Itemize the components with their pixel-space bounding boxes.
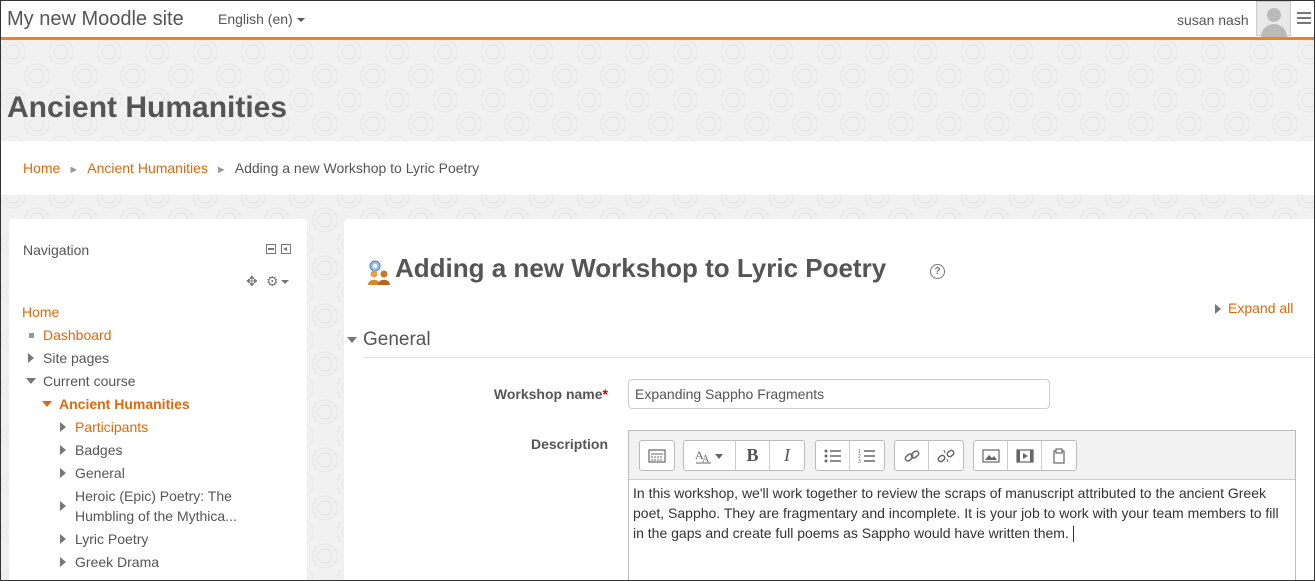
expand-icon[interactable] [60,501,66,511]
avatar-body [1261,24,1287,37]
menu-bar [1297,12,1311,14]
dock-icon[interactable] [281,244,291,254]
text-cursor [1072,526,1074,543]
avatar-head [1267,8,1281,22]
toolbar-toggle-icon[interactable] [640,441,674,470]
toolbar-group: 123 [815,440,885,471]
expand-icon[interactable] [28,353,34,363]
avatar[interactable] [1256,1,1291,37]
expand-icon [1215,304,1221,314]
toolbar-group [973,440,1077,471]
nav-item-home[interactable]: Home [22,302,59,322]
media-icon[interactable] [1008,441,1042,470]
nav-item-course[interactable]: Ancient Humanities [59,394,190,414]
breadcrumb-current: Adding a new Workshop to Lyric Poetry [234,160,480,176]
expand-icon[interactable] [60,468,66,478]
menu-bar [1297,17,1311,19]
section-general-toggle[interactable]: General [347,329,431,351]
description-text: In this workshop, we'll work together to… [633,485,1279,541]
expand-icon[interactable] [60,445,66,455]
toolbar-group: AA B I [683,440,805,471]
help-icon[interactable]: ? [930,264,945,279]
manage-files-icon[interactable] [1042,441,1076,470]
collapse-icon[interactable] [42,401,52,407]
breadcrumb-home[interactable]: Home [23,160,60,176]
nav-item-general[interactable]: General [75,463,125,483]
breadcrumb: Home ► Ancient Humanities ► Adding a new Wor… [23,160,479,176]
section-general-label: General [363,329,431,350]
expand-icon[interactable] [60,557,66,567]
workshop-name-input[interactable] [628,379,1050,409]
link-icon[interactable] [895,441,929,470]
browser-frame: My new Moodle site English ‎(en)‎ susan … [0,0,1315,581]
italic-icon[interactable]: I [770,441,804,470]
bold-icon[interactable]: B [736,441,770,470]
user-name[interactable]: susan nash [1177,12,1249,28]
font-style-icon[interactable]: AA [684,441,736,470]
unordered-list-icon[interactable] [816,441,850,470]
move-icon[interactable]: ✥ [246,273,258,290]
section-divider [363,357,1314,358]
nav-item-participants[interactable]: Participants [75,417,148,437]
required-icon: * [602,386,608,402]
toolbar-group [639,440,675,471]
minimize-icon[interactable] [266,244,276,254]
course-title: Ancient Humanities [7,91,288,124]
expand-all-label: Expand all [1228,300,1294,316]
nav-item-heroic-poetry-cont[interactable]: Humbling of the Mythica... [75,506,237,526]
user-menu-icon[interactable] [1297,12,1311,27]
breadcrumb-separator-icon: ► [215,164,227,176]
image-icon[interactable] [974,441,1008,470]
unlink-icon[interactable] [929,441,963,470]
nav-item-heroic-poetry[interactable]: Heroic (Epic) Poetry: The [75,486,232,506]
breadcrumb-course[interactable]: Ancient Humanities [87,160,208,176]
navigation-block: Navigation ✥ ⚙ Home Dashboard Site pages… [9,219,307,580]
breadcrumb-separator-icon: ► [68,164,80,176]
svg-text:3: 3 [858,459,861,463]
nav-item-badges[interactable]: Badges [75,440,122,460]
workshop-icon [368,260,390,285]
chevron-down-icon [296,18,305,23]
collapse-icon [347,337,357,343]
expand-icon[interactable] [60,422,66,432]
expand-icon[interactable] [60,534,66,544]
chevron-down-icon [280,280,289,285]
collapse-icon[interactable] [26,378,36,384]
gear-icon[interactable]: ⚙ [266,273,289,290]
ordered-list-icon[interactable]: 123 [850,441,884,470]
editor-toolbar: AA B I 123 [629,431,1295,480]
workshop-name-label-text: Workshop name [493,386,603,402]
bullet-icon [29,333,34,338]
language-label: English ‎(en)‎ [218,11,293,27]
nav-item-current-course[interactable]: Current course [43,371,136,391]
breadcrumb-bar: Home ► Ancient Humanities ► Adding a new Wor… [1,141,1314,195]
menu-bar [1297,22,1311,24]
workshop-name-label: Workshop name* [444,386,608,402]
navigation-title: Navigation [23,242,90,258]
nav-item-dashboard[interactable]: Dashboard [43,325,112,345]
description-editor: AA B I 123 In this workshop, we'll work … [628,430,1296,580]
nav-item-site-pages[interactable]: Site pages [43,348,109,368]
top-navbar: My new Moodle site English ‎(en)‎ susan … [1,1,1314,40]
description-label: Description [530,436,608,452]
nav-item-greek-drama[interactable]: Greek Drama [75,552,159,572]
language-menu[interactable]: English ‎(en)‎ [218,11,305,27]
main-region: Adding a new Workshop to Lyric Poetry ? … [344,219,1314,580]
site-brand[interactable]: My new Moodle site [7,8,184,31]
nav-item-lyric-poetry[interactable]: Lyric Poetry [75,529,148,549]
page-title: Adding a new Workshop to Lyric Poetry [395,253,887,283]
description-textarea[interactable]: In this workshop, we'll work together to… [633,483,1283,543]
expand-all-link[interactable]: Expand all [1215,300,1293,316]
toolbar-group [894,440,964,471]
